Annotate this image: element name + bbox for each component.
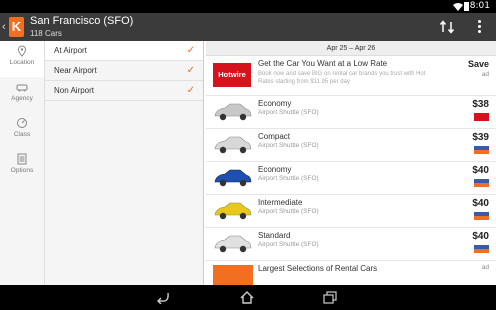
car-price: $39	[472, 132, 489, 143]
car-image	[214, 235, 252, 253]
car-price: $40	[472, 165, 489, 176]
back-icon[interactable]: ‹	[2, 21, 6, 33]
provider-logo	[474, 245, 489, 253]
car-class: Economy	[258, 165, 292, 174]
filter-label: At Airport	[54, 46, 87, 55]
ad-description: Book now and save BIG on rental car bran…	[258, 71, 426, 85]
system-nav-bar	[0, 285, 496, 310]
car-price: $40	[472, 198, 489, 209]
car-image	[214, 103, 252, 121]
hotwire-ad[interactable]: Hotwire Get the Car You Want at a Low Ra…	[206, 56, 496, 96]
overflow-menu-icon[interactable]	[478, 20, 482, 34]
recent-apps-icon[interactable]	[323, 291, 337, 304]
wifi-icon	[453, 3, 463, 11]
ad-label: ad	[481, 71, 489, 78]
checklist-icon	[17, 153, 27, 165]
location-filter-list: At Airport ✓ Near Airport ✓ Non Airport …	[45, 41, 204, 285]
filter-at-airport[interactable]: At Airport ✓	[45, 41, 203, 61]
provider-logo	[474, 146, 489, 154]
rail-item-location[interactable]: Location	[0, 41, 44, 77]
clock: 8:01	[469, 1, 490, 11]
rail-item-label: Class	[13, 131, 31, 138]
list-item[interactable]: Compact Airport Shuttle (SFO) $39	[206, 129, 496, 162]
hotwire-logo: Hotwire	[213, 63, 251, 87]
rail-item-label: Options	[10, 167, 34, 174]
back-icon[interactable]	[156, 291, 170, 304]
rail-item-label: Location	[9, 59, 35, 66]
car-location: Airport Shuttle (SFO)	[258, 109, 319, 116]
car-location: Airport Shuttle (SFO)	[258, 175, 319, 182]
car-price: $40	[472, 231, 489, 242]
list-item[interactable]: Economy Airport Shuttle (SFO) $38	[206, 96, 496, 129]
status-bar: 8:01	[0, 0, 496, 13]
ad-title: Largest Selections of Rental Cars	[258, 264, 378, 273]
ad-cta[interactable]: Save	[468, 59, 489, 69]
car-price: $38	[472, 99, 489, 110]
provider-logo	[474, 113, 489, 121]
car-image	[214, 202, 252, 220]
car-location: Airport Shuttle (SFO)	[258, 208, 319, 215]
checkmark-icon: ✓	[186, 85, 195, 96]
car-class: Standard	[258, 231, 291, 240]
list-item[interactable]: Intermediate Airport Shuttle (SFO) $40	[206, 195, 496, 228]
list-item[interactable]: Standard Airport Shuttle (SFO) $40	[206, 228, 496, 261]
car-image	[214, 136, 252, 154]
results-list: Apr 25 – Apr 26 Hotwire Get the Car You …	[206, 41, 496, 285]
rail-item-label: Agency	[11, 95, 33, 102]
car-icon	[16, 84, 28, 92]
filter-near-airport[interactable]: Near Airport ✓	[45, 61, 203, 81]
car-class: Economy	[258, 99, 292, 108]
filter-label: Near Airport	[54, 66, 97, 75]
bottom-ad[interactable]: Largest Selections of Rental Cars ad	[206, 261, 496, 285]
home-icon[interactable]	[240, 291, 254, 304]
sort-icon[interactable]	[440, 20, 454, 34]
checkmark-icon: ✓	[186, 45, 195, 56]
car-location: Airport Shuttle (SFO)	[258, 241, 319, 248]
rail-item-agency[interactable]: Agency	[0, 77, 44, 113]
filter-category-rail: Location Agency Class Options	[0, 41, 45, 285]
list-item[interactable]: Economy Airport Shuttle (SFO) $40	[206, 162, 496, 195]
checkmark-icon: ✓	[186, 65, 195, 76]
ad-label: ad	[481, 264, 489, 271]
battery-icon	[464, 2, 469, 11]
provider-logo	[474, 179, 489, 187]
result-count: 118 Cars	[30, 29, 62, 38]
filter-label: Non Airport	[54, 86, 95, 95]
gauge-icon	[17, 118, 27, 128]
provider-logo	[474, 212, 489, 220]
action-bar: ‹ K San Francisco (SFO) 118 Cars	[0, 13, 496, 41]
car-location: Airport Shuttle (SFO)	[258, 142, 319, 149]
rail-item-class[interactable]: Class	[0, 113, 44, 149]
rail-item-options[interactable]: Options	[0, 149, 44, 185]
car-image	[214, 169, 252, 187]
filter-non-airport[interactable]: Non Airport ✓	[45, 81, 203, 101]
location-pin-icon	[17, 45, 27, 57]
car-class: Intermediate	[258, 198, 303, 207]
ad-title: Get the Car You Want at a Low Rate	[258, 59, 388, 68]
page-title: San Francisco (SFO)	[30, 15, 134, 27]
app-logo[interactable]: K	[9, 17, 24, 37]
car-class: Compact	[258, 132, 291, 141]
date-range[interactable]: Apr 25 – Apr 26	[206, 41, 496, 56]
ad-image	[213, 265, 253, 285]
